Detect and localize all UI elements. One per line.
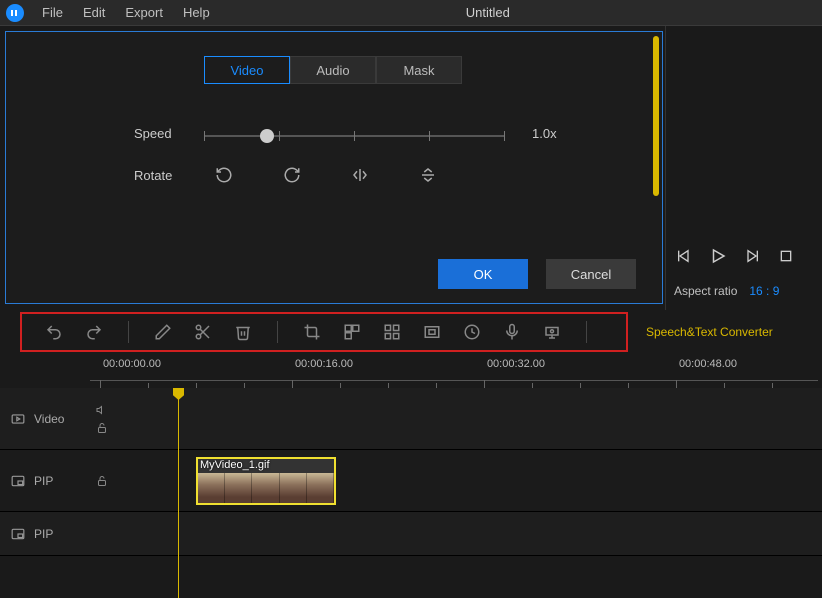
pip-track-icon (10, 527, 26, 541)
undo-icon[interactable] (44, 322, 64, 342)
track-pip-1: PIP MyVideo_1.gif (0, 450, 822, 512)
mute-icon[interactable] (96, 404, 108, 416)
menu-bar: File Edit Export Help Untitled (0, 0, 822, 26)
redo-icon[interactable] (84, 322, 104, 342)
pip-track-icon (10, 474, 26, 488)
grid-icon[interactable] (382, 322, 402, 342)
clip-name: MyVideo_1.gif (200, 459, 270, 471)
timeline-tracks: Video PIP MyVideo_1.gif PIP (0, 388, 822, 556)
menu-edit[interactable]: Edit (73, 5, 115, 20)
scrollbar[interactable] (653, 36, 659, 196)
timeline-ruler[interactable]: 00:00:00.00 00:00:16.00 00:00:32.00 00:0… (0, 354, 822, 388)
ruler-mark: 00:00:16.00 (295, 358, 353, 370)
prev-frame-icon[interactable] (674, 246, 694, 266)
menu-file[interactable]: File (32, 5, 73, 20)
play-icon[interactable] (708, 246, 728, 266)
aspect-ratio-label: Aspect ratio (674, 284, 737, 298)
cancel-button[interactable]: Cancel (546, 259, 636, 289)
flip-vertical-icon[interactable] (418, 165, 438, 185)
video-track-icon (10, 412, 26, 426)
mosaic-icon[interactable] (342, 322, 362, 342)
lock-icon[interactable] (96, 422, 108, 434)
ruler-mark: 00:00:00.00 (103, 358, 161, 370)
separator (128, 321, 129, 343)
next-frame-icon[interactable] (742, 246, 762, 266)
speed-slider[interactable] (204, 135, 504, 137)
track-video: Video (0, 388, 822, 450)
timeline-clip[interactable]: MyVideo_1.gif (196, 457, 336, 505)
preview-panel: Aspect ratio 16 : 9 (665, 26, 822, 310)
rotate-label: Rotate (134, 168, 204, 183)
tab-audio[interactable]: Audio (290, 56, 376, 84)
rotate-cw-icon[interactable] (282, 165, 302, 185)
menu-export[interactable]: Export (115, 5, 173, 20)
tab-video[interactable]: Video (204, 56, 290, 84)
project-title: Untitled (220, 5, 816, 20)
rotate-ccw-icon[interactable] (214, 165, 234, 185)
ok-button[interactable]: OK (438, 259, 528, 289)
ruler-mark: 00:00:48.00 (679, 358, 737, 370)
track-label: PIP (34, 474, 53, 488)
menu-help[interactable]: Help (173, 5, 220, 20)
separator (586, 321, 587, 343)
separator (277, 321, 278, 343)
cut-scissors-icon[interactable] (193, 322, 213, 342)
ruler-mark: 00:00:32.00 (487, 358, 545, 370)
aspect-ratio-value[interactable]: 16 : 9 (749, 284, 779, 298)
speed-value: 1.0x (532, 126, 557, 141)
track-pip-2: PIP (0, 512, 822, 556)
properties-panel: Video Audio Mask Speed 1.0x Rotate (5, 31, 663, 304)
track-label: Video (34, 412, 64, 426)
clock-speed-icon[interactable] (462, 322, 482, 342)
mic-voice-icon[interactable] (502, 322, 522, 342)
freeze-frame-icon[interactable] (542, 322, 562, 342)
flip-horizontal-icon[interactable] (350, 165, 370, 185)
app-logo-icon (6, 4, 24, 22)
frame-icon[interactable] (422, 322, 442, 342)
stop-icon[interactable] (776, 246, 796, 266)
speed-label: Speed (134, 126, 204, 141)
edit-pencil-icon[interactable] (153, 322, 173, 342)
lock-icon[interactable] (96, 475, 108, 487)
track-label: PIP (34, 527, 53, 541)
crop-icon[interactable] (302, 322, 322, 342)
delete-trash-icon[interactable] (233, 322, 253, 342)
tab-mask[interactable]: Mask (376, 56, 462, 84)
speech-text-converter-link[interactable]: Speech&Text Converter (646, 325, 773, 339)
timeline-toolbar (20, 312, 628, 352)
